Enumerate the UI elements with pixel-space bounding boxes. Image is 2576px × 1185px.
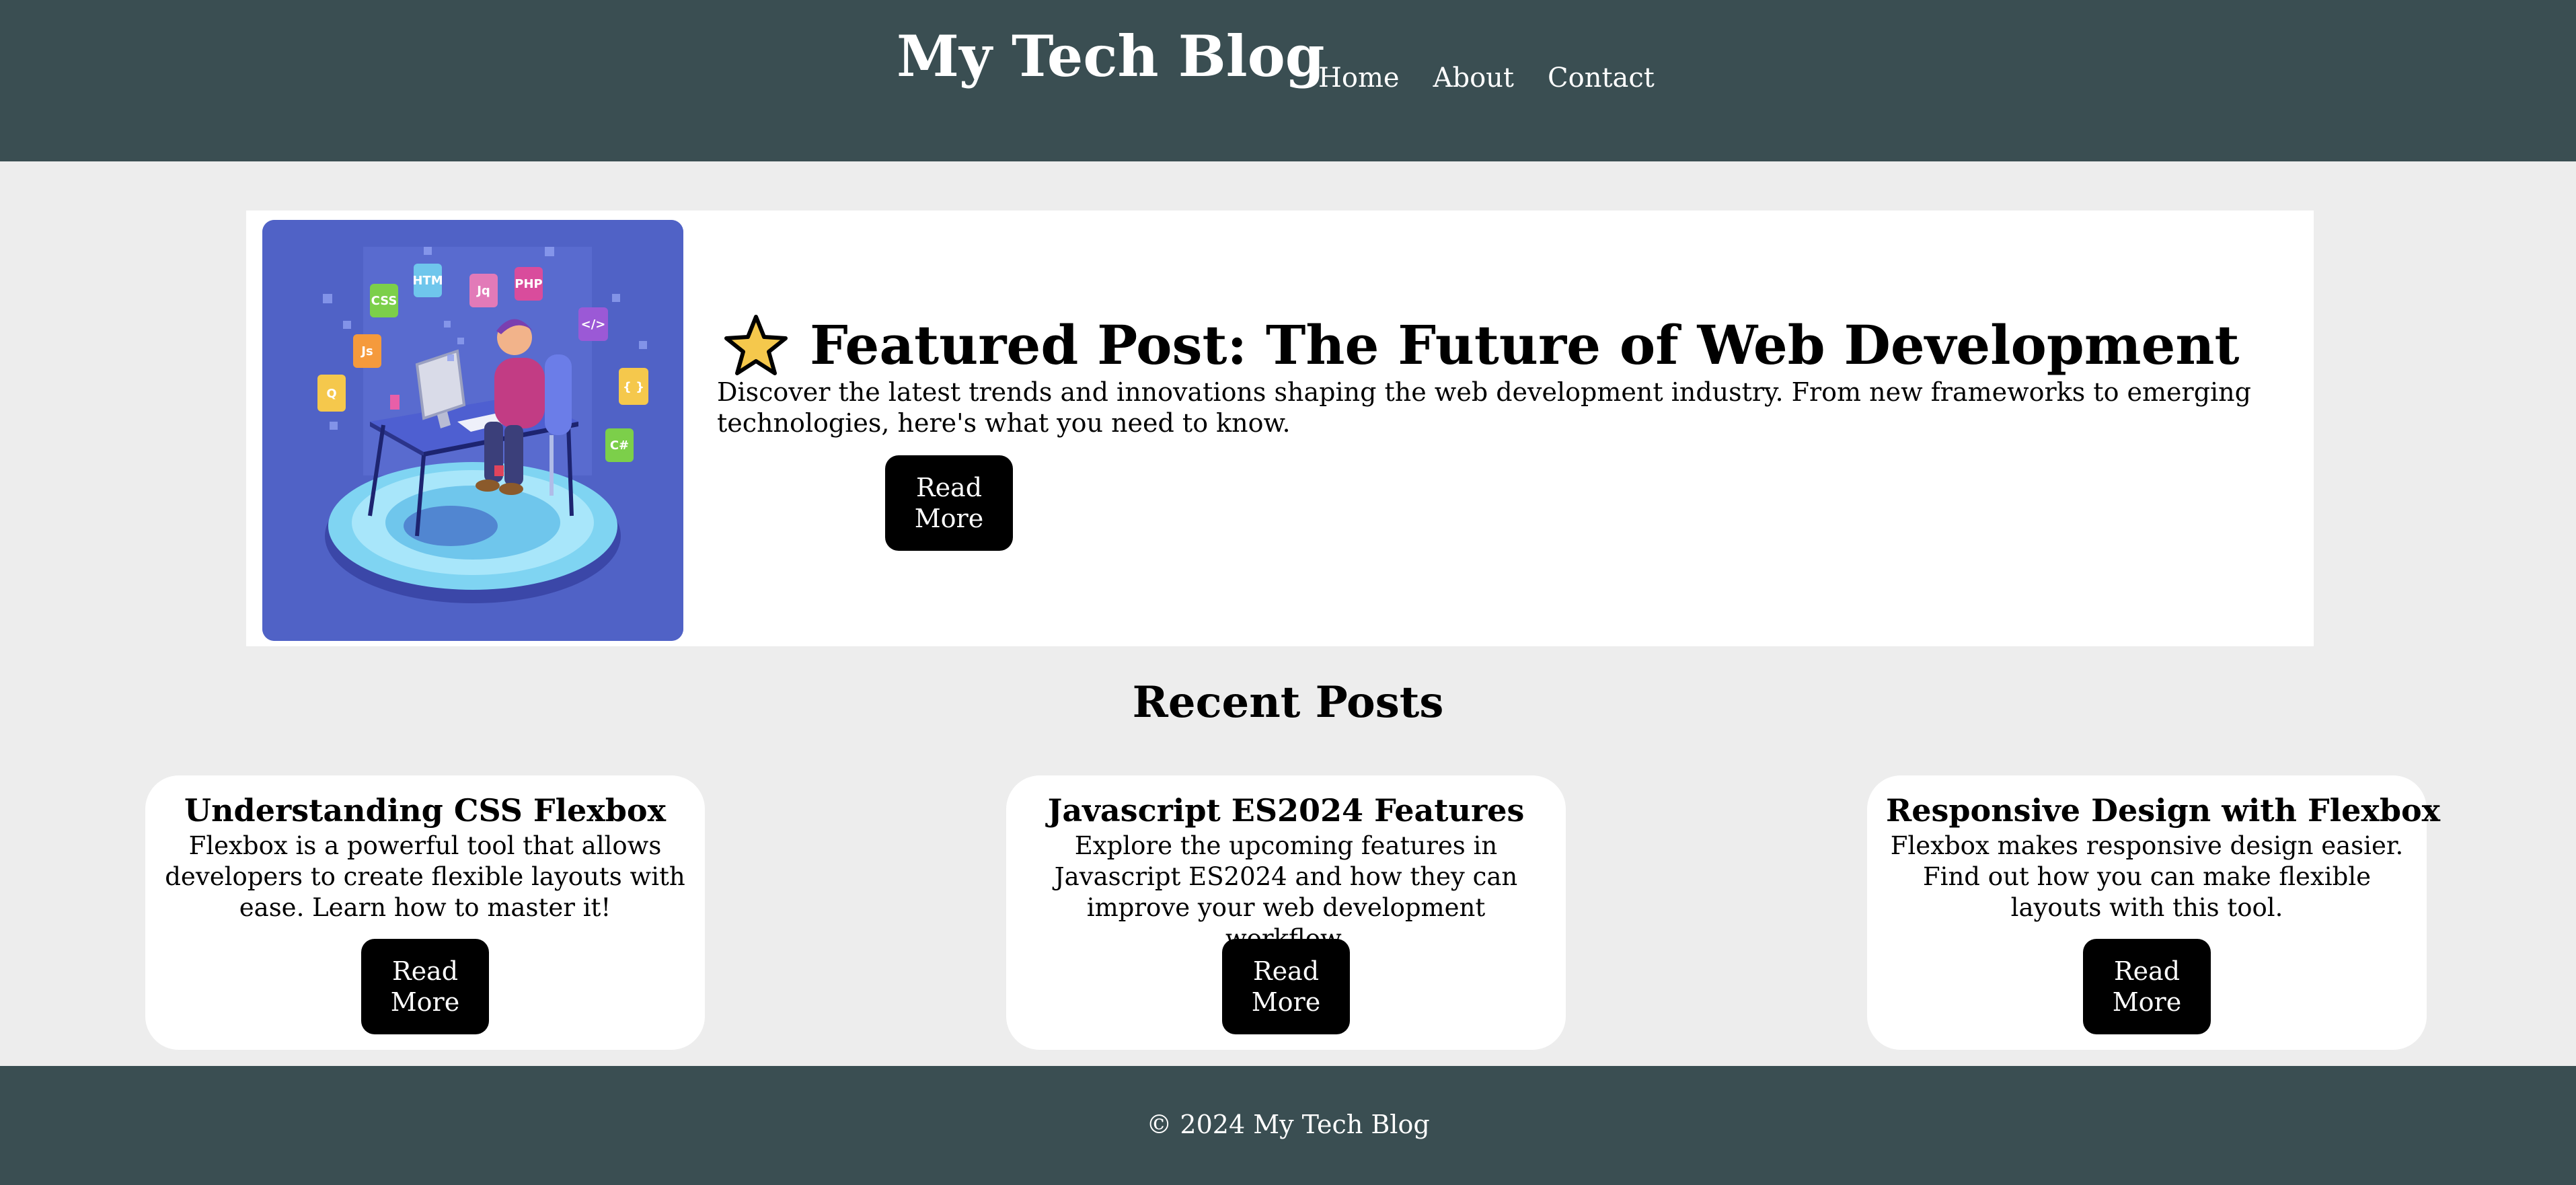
read-more-button[interactable]: Read More (2083, 939, 2211, 1034)
post-title[interactable]: Understanding CSS Flexbox (164, 792, 686, 829)
site-header: My Tech Blog Home About Contact (0, 0, 2576, 161)
post-excerpt: Flexbox is a powerful tool that allows d… (165, 831, 685, 922)
nav-about-link[interactable]: About (1433, 61, 1514, 95)
copyright-text: © 2024 My Tech Blog (1146, 1110, 1430, 1139)
post-card: Javascript ES2024 Features Explore the u… (1006, 775, 1566, 1050)
post-card: Understanding CSS Flexbox Flexbox is a p… (145, 775, 705, 1050)
svg-text:CSS: CSS (371, 294, 397, 308)
nav-contact-link[interactable]: Contact (1548, 61, 1655, 95)
featured-heading: Featured Post: The Future of Web Develop… (722, 311, 2240, 379)
svg-text:PHP: PHP (515, 277, 542, 291)
featured-title[interactable]: Featured Post: The Future of Web Develop… (810, 311, 2240, 379)
svg-text:{ }: { } (623, 380, 644, 394)
svg-text:HTM: HTM (412, 274, 443, 288)
svg-text:Jq: Jq (476, 284, 490, 298)
site-title[interactable]: My Tech Blog (897, 23, 1324, 90)
post-card: Responsive Design with Flexbox Flexbox m… (1867, 775, 2440, 1050)
post-title[interactable]: Javascript ES2024 Features (1025, 792, 1547, 829)
svg-text:</>: </> (581, 317, 606, 332)
main-nav: Home About Contact (1318, 61, 1655, 95)
read-more-button[interactable]: Read More (1222, 939, 1350, 1034)
featured-post: CSS HTM Jq PHP </> Js Q { } C# Featured … (246, 211, 2314, 646)
post-title[interactable]: Responsive Design with Flexbox (1886, 792, 2440, 829)
read-more-button[interactable]: Read More (361, 939, 489, 1034)
featured-description: Discover the latest trends and innovatio… (717, 377, 2251, 438)
post-excerpt: Flexbox makes responsive design easier. … (1890, 831, 2404, 922)
post-excerpt: Explore the upcoming features in Javascr… (1054, 831, 1518, 953)
nav-home-link[interactable]: Home (1318, 61, 1400, 95)
featured-image: CSS HTM Jq PHP </> Js Q { } C# (262, 220, 683, 641)
svg-text:C#: C# (610, 438, 629, 453)
svg-text:Q: Q (326, 387, 336, 401)
recent-posts-title: Recent Posts (1132, 677, 1444, 728)
svg-text:Js: Js (360, 344, 373, 358)
developer-illustration: CSS HTM Jq PHP </> Js Q { } C# (262, 220, 683, 641)
star-icon (724, 315, 788, 375)
featured-read-more-button[interactable]: Read More (885, 455, 1013, 551)
site-footer: © 2024 My Tech Blog (0, 1066, 2576, 1185)
